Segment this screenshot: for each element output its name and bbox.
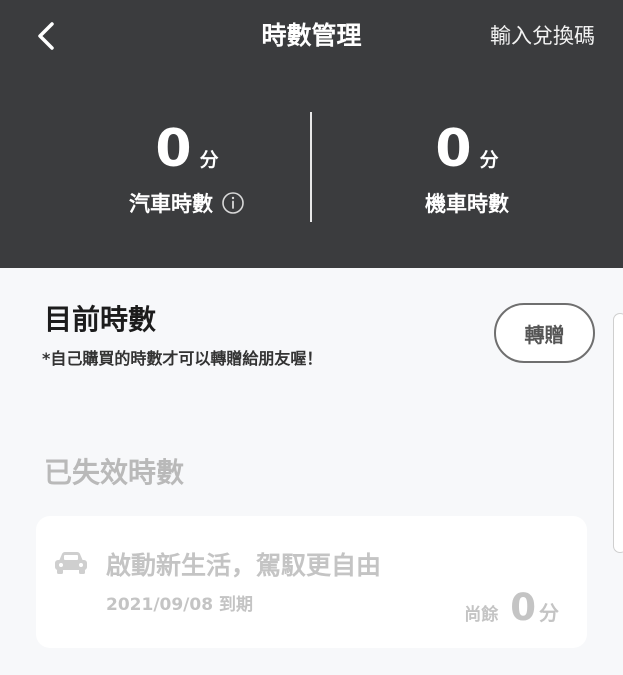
stats-divider <box>310 112 312 222</box>
scooter-hours-label: 機車時數 <box>425 192 509 216</box>
back-button[interactable] <box>30 18 62 54</box>
remaining-unit: 分 <box>539 601 559 625</box>
car-hours-value: 0 <box>155 119 192 179</box>
content-area: 目前時數 *自己購買的時數才可以轉贈給朋友喔！ 轉贈 已失效時數 啟動新生活，駕… <box>0 268 623 675</box>
scooter-hours-stat: 0 分 機車時數 <box>342 118 592 218</box>
remaining-prefix: 尚餘 <box>464 605 499 625</box>
expired-hours-title: 已失效時數 <box>44 456 185 489</box>
remaining-value: 0 <box>510 586 536 629</box>
transfer-button[interactable]: 轉贈 <box>494 303 595 363</box>
redeem-code-button[interactable]: 輸入兌換碼 <box>490 20 595 50</box>
header-bar: 時數管理 輸入兌換碼 0 分 汽車時數 0 分 機車時數 <box>0 0 623 268</box>
current-hours-title: 目前時數 <box>44 303 157 336</box>
car-hours-label: 汽車時數 <box>129 192 213 216</box>
card-edge <box>613 313 623 553</box>
chevron-left-icon <box>38 22 54 50</box>
info-icon[interactable] <box>221 191 245 215</box>
transfer-note: *自己購買的時數才可以轉贈給朋友喔！ <box>42 349 323 368</box>
scooter-hours-unit: 分 <box>479 149 499 171</box>
plan-name: 啟動新生活，駕馭更自由 <box>106 551 382 580</box>
expired-hours-card[interactable]: 啟動新生活，駕馭更自由 2021/09/08 到期 尚餘 0 分 <box>36 516 587 648</box>
remaining-hours: 尚餘 0 分 <box>464 588 559 628</box>
car-hours-stat: 0 分 汽車時數 <box>62 118 312 218</box>
car-hours-unit: 分 <box>199 149 219 171</box>
car-icon <box>55 552 87 574</box>
expiry-date: 2021/09/08 到期 <box>106 595 253 615</box>
scooter-hours-value: 0 <box>435 119 472 179</box>
